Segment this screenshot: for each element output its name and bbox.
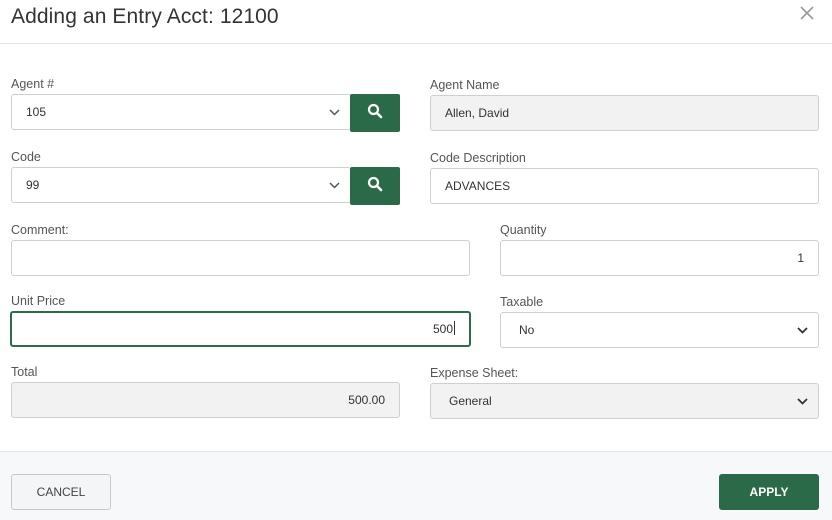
agent-number-select[interactable]: 105 bbox=[11, 94, 351, 130]
comment-label: Comment: bbox=[11, 223, 69, 237]
total-field: 500.00 bbox=[11, 382, 400, 418]
code-label: Code bbox=[11, 150, 41, 164]
dialog-header: Adding an Entry Acct: 12100 bbox=[0, 0, 832, 44]
close-icon[interactable] bbox=[797, 4, 817, 24]
text-cursor bbox=[454, 321, 455, 335]
expense-sheet-label: Expense Sheet: bbox=[430, 366, 519, 380]
code-description-label: Code Description bbox=[430, 151, 526, 165]
taxable-value: No bbox=[519, 323, 535, 337]
agent-number-label: Agent # bbox=[11, 77, 55, 91]
code-select[interactable]: 99 bbox=[11, 167, 351, 203]
apply-button[interactable]: APPLY bbox=[719, 474, 819, 510]
quantity-label: Quantity bbox=[500, 223, 547, 237]
chevron-down-icon bbox=[796, 384, 808, 418]
taxable-select[interactable]: No bbox=[500, 312, 819, 348]
agent-name-label: Agent Name bbox=[430, 78, 500, 92]
code-search-button[interactable] bbox=[350, 167, 400, 205]
search-icon bbox=[367, 176, 383, 197]
chevron-down-icon bbox=[796, 313, 808, 347]
search-icon bbox=[367, 103, 383, 124]
chevron-down-icon bbox=[328, 168, 340, 202]
cancel-button[interactable]: CANCEL bbox=[11, 474, 111, 510]
dialog-footer bbox=[0, 451, 832, 520]
unit-price-label: Unit Price bbox=[11, 294, 66, 308]
dialog-title: Adding an Entry Acct: 12100 bbox=[11, 5, 279, 28]
chevron-down-icon bbox=[328, 95, 340, 129]
code-value: 99 bbox=[26, 178, 40, 192]
agent-name-field: Allen, David bbox=[430, 95, 819, 131]
code-description-field[interactable]: ADVANCES bbox=[430, 168, 819, 204]
agent-search-button[interactable] bbox=[350, 94, 400, 132]
agent-number-value: 105 bbox=[26, 105, 47, 119]
expense-sheet-value: General bbox=[449, 394, 492, 408]
total-label: Total bbox=[11, 365, 38, 379]
unit-price-input[interactable]: 500 bbox=[10, 311, 471, 347]
comment-input[interactable] bbox=[11, 240, 470, 276]
unit-price-value: 500 bbox=[432, 322, 453, 336]
taxable-label: Taxable bbox=[500, 295, 544, 309]
expense-sheet-select[interactable]: General bbox=[430, 383, 819, 419]
quantity-input[interactable]: 1 bbox=[500, 240, 819, 276]
